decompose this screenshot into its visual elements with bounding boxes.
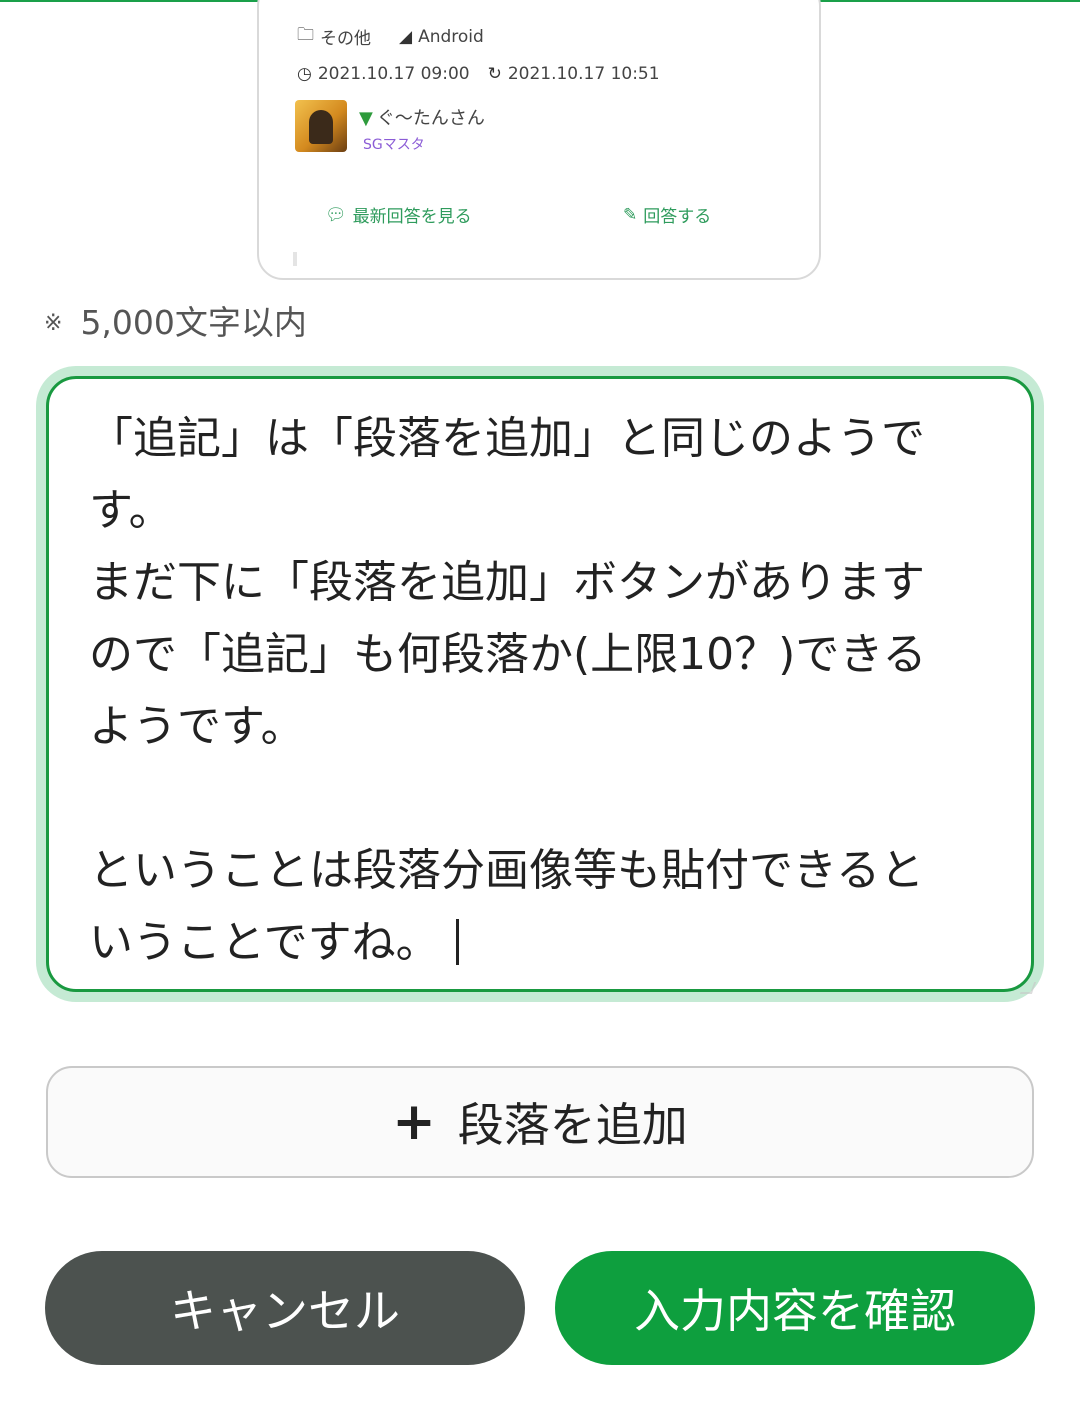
clock-icon: ◷: [297, 64, 312, 84]
pencil-icon: ✎: [623, 204, 638, 225]
char-limit-text: 5,000文字以内: [80, 303, 307, 342]
textarea-line: まだ下に「段落を追加」ボタンがあります: [89, 557, 925, 608]
preview-view-latest-link: 💬︎ 最新回答を見る: [325, 202, 472, 228]
refresh-icon: ↻: [487, 64, 502, 84]
add-paragraph-label: 段落を追加: [457, 1098, 688, 1152]
preview-answer-label: 回答する: [643, 207, 712, 227]
preview-scroll-hint: [293, 252, 297, 266]
preview-category: その他: [320, 29, 371, 49]
preview-meta-row: 🗀 その他 ◢ Android: [297, 22, 484, 51]
textarea-line-text: いうことですね。: [89, 917, 440, 968]
preview-posted-at: 2021.10.17 09:00: [317, 64, 470, 84]
text-caret: [455, 919, 459, 965]
cancel-button[interactable]: キャンセル: [45, 1251, 525, 1365]
preview-card: 🗀 その他 ◢ Android ◷ 2021.10.17 09:00 ↻ 202…: [257, 0, 821, 280]
textarea-line: ということは段落分画像等も貼付できると: [89, 845, 925, 896]
android-icon: ◢: [399, 26, 413, 47]
resize-handle[interactable]: [1019, 982, 1037, 994]
preview-user-name: ぐ〜たんさん: [376, 108, 485, 129]
preview-view-latest-label: 最新回答を見る: [352, 207, 472, 227]
note-mark: ※: [44, 311, 63, 336]
textarea-line: 「追記」は「段落を追加」と同じのようで: [89, 413, 925, 464]
textarea-line: [89, 763, 995, 835]
textarea-line-last: いうことですね。: [89, 907, 995, 979]
preview-user: ▼ ぐ〜たんさん: [359, 104, 485, 130]
cancel-button-label: キャンセル: [170, 1284, 400, 1338]
speech-bubble-icon: 💬︎: [325, 204, 347, 225]
textarea-line: ようです。: [89, 701, 305, 752]
plus-icon: +: [392, 1092, 436, 1152]
preview-user-rank: SGマスタ: [363, 137, 425, 153]
folder-icon: 🗀: [297, 25, 314, 45]
preview-answer-link: ✎ 回答する: [623, 202, 712, 228]
paragraph-textarea[interactable]: 「追記」は「段落を追加」と同じのようで す。 まだ下に「段落を追加」ボタンがあり…: [46, 376, 1034, 992]
preview-updated-at: 2021.10.17 10:51: [507, 64, 660, 84]
textarea-line: す。: [89, 485, 173, 536]
avatar: [295, 100, 347, 152]
add-paragraph-button[interactable]: + 段落を追加: [46, 1066, 1034, 1178]
confirm-input-button[interactable]: 入力内容を確認: [555, 1251, 1035, 1365]
textarea-line: ので「追記」も何段落か(上限10？)できる: [89, 629, 927, 680]
beginner-leaf-icon: ▼: [359, 108, 373, 129]
preview-platform: Android: [418, 26, 484, 47]
preview-dates-row: ◷ 2021.10.17 09:00 ↻ 2021.10.17 10:51: [297, 64, 660, 84]
confirm-button-label: 入力内容を確認: [634, 1284, 956, 1338]
char-limit-note: ※ 5,000文字以内: [44, 296, 307, 344]
